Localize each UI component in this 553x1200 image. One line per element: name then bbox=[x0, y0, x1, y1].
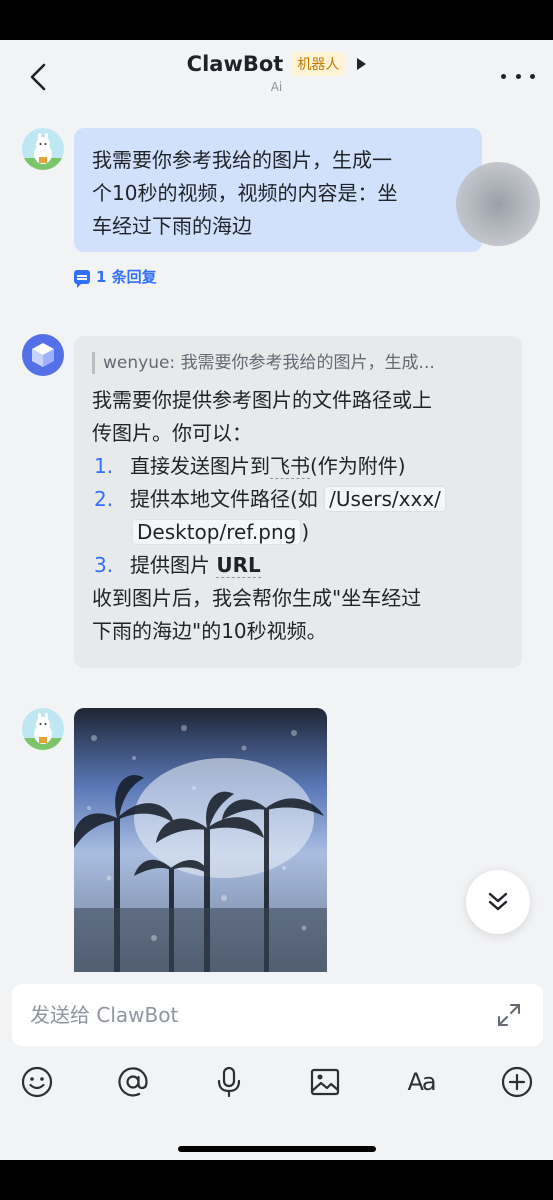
inline-code: Desktop/ref.png bbox=[132, 519, 302, 545]
header-title-area[interactable]: ClawBot 机器人 Ai bbox=[0, 52, 553, 94]
list-number: 1. bbox=[94, 454, 114, 478]
rainy-palm-photo bbox=[74, 708, 327, 972]
list-text: 直接发送图片到 bbox=[130, 454, 270, 478]
list-item: 3. 提供图片 URL bbox=[92, 549, 504, 582]
home-indicator[interactable] bbox=[178, 1146, 376, 1152]
mention-icon bbox=[118, 1067, 148, 1097]
quoted-message[interactable]: wenyue: 我需要你参考我给的图片，生成... bbox=[92, 352, 504, 374]
list-number: 3. bbox=[94, 553, 114, 577]
reply-text: 传图片。你可以： bbox=[92, 421, 252, 445]
dot-icon bbox=[515, 73, 521, 79]
image-icon bbox=[310, 1068, 340, 1096]
expand-icon bbox=[498, 1004, 520, 1026]
message-input[interactable] bbox=[30, 984, 470, 1046]
list-item: 1. 直接发送图片到飞书(作为附件) bbox=[92, 450, 504, 483]
expand-input-button[interactable] bbox=[495, 1001, 523, 1029]
scroll-to-bottom-button[interactable] bbox=[466, 870, 530, 934]
image-button[interactable] bbox=[305, 1062, 345, 1102]
list-text: ) bbox=[301, 520, 310, 544]
chat-header: ClawBot 机器人 Ai bbox=[0, 40, 553, 112]
reply-text: 收到图片后，我会帮你生成"坐车经过 bbox=[92, 586, 422, 610]
dot-icon bbox=[530, 73, 535, 79]
list-number: 2. bbox=[94, 487, 114, 511]
touch-indicator bbox=[456, 162, 540, 246]
bot-reply-bubble[interactable]: wenyue: 我需要你参考我给的图片，生成... 我需要你提供参考图片的文件路… bbox=[74, 336, 522, 668]
microphone-icon bbox=[217, 1066, 241, 1098]
feishu-link[interactable]: 飞书 bbox=[270, 454, 310, 479]
message-composer: Aa bbox=[0, 972, 553, 1160]
reply-text: 下雨的海边"的10秒视频。 bbox=[92, 619, 327, 643]
message-line: 个10秒的视频，视频的内容是：坐 bbox=[92, 181, 398, 205]
text-format-button[interactable]: Aa bbox=[401, 1062, 441, 1102]
chat-title: ClawBot bbox=[186, 52, 284, 76]
list-text: 提供图片 bbox=[130, 553, 217, 577]
user-message-bubble[interactable]: 我需要你参考我给的图片，生成一 个10秒的视频，视频的内容是：坐 车经过下雨的海… bbox=[74, 128, 482, 252]
dot-icon bbox=[501, 73, 506, 79]
emoji-icon bbox=[21, 1066, 53, 1098]
bot-badge: 机器人 bbox=[291, 52, 346, 76]
add-icon bbox=[501, 1066, 533, 1098]
voice-button[interactable] bbox=[209, 1062, 249, 1102]
double-chevron-down-icon bbox=[488, 892, 508, 911]
url-term-link[interactable]: URL bbox=[216, 553, 261, 578]
composer-toolbar: Aa bbox=[0, 1062, 553, 1102]
message-line: 我需要你参考我给的图片，生成一 bbox=[92, 148, 392, 172]
text-format-icon: Aa bbox=[407, 1068, 436, 1096]
reply-text: 我需要你提供参考图片的文件路径或上 bbox=[92, 388, 432, 412]
list-item: 2. 提供本地文件路径(如 /Users/xxx/ bbox=[92, 483, 504, 516]
chat-screen: ClawBot 机器人 Ai 我需要你参考我给的图片，生成一 个10秒的视频，视… bbox=[0, 40, 553, 1160]
message-input-box[interactable] bbox=[12, 984, 543, 1046]
caret-right-icon bbox=[357, 58, 367, 70]
thread-reply-link[interactable]: 1 条回复 bbox=[74, 266, 157, 288]
user-avatar[interactable] bbox=[22, 128, 64, 170]
emoji-button[interactable] bbox=[17, 1062, 57, 1102]
add-button[interactable] bbox=[497, 1062, 537, 1102]
comment-icon bbox=[74, 269, 90, 288]
list-text: (作为附件) bbox=[310, 454, 406, 478]
user-avatar[interactable] bbox=[22, 708, 64, 750]
list-text: 提供本地文件路径(如 bbox=[130, 487, 325, 511]
message-line: 车经过下雨的海边 bbox=[92, 214, 252, 238]
mention-button[interactable] bbox=[113, 1062, 153, 1102]
more-options-button[interactable] bbox=[501, 70, 535, 82]
inline-code: /Users/xxx/ bbox=[324, 486, 446, 512]
list-item-continuation: Desktop/ref.png) bbox=[92, 516, 504, 549]
image-message[interactable] bbox=[74, 708, 327, 972]
reply-count: 1 条回复 bbox=[96, 268, 157, 286]
bot-avatar[interactable] bbox=[22, 334, 64, 376]
chat-subtitle: Ai bbox=[270, 80, 283, 94]
